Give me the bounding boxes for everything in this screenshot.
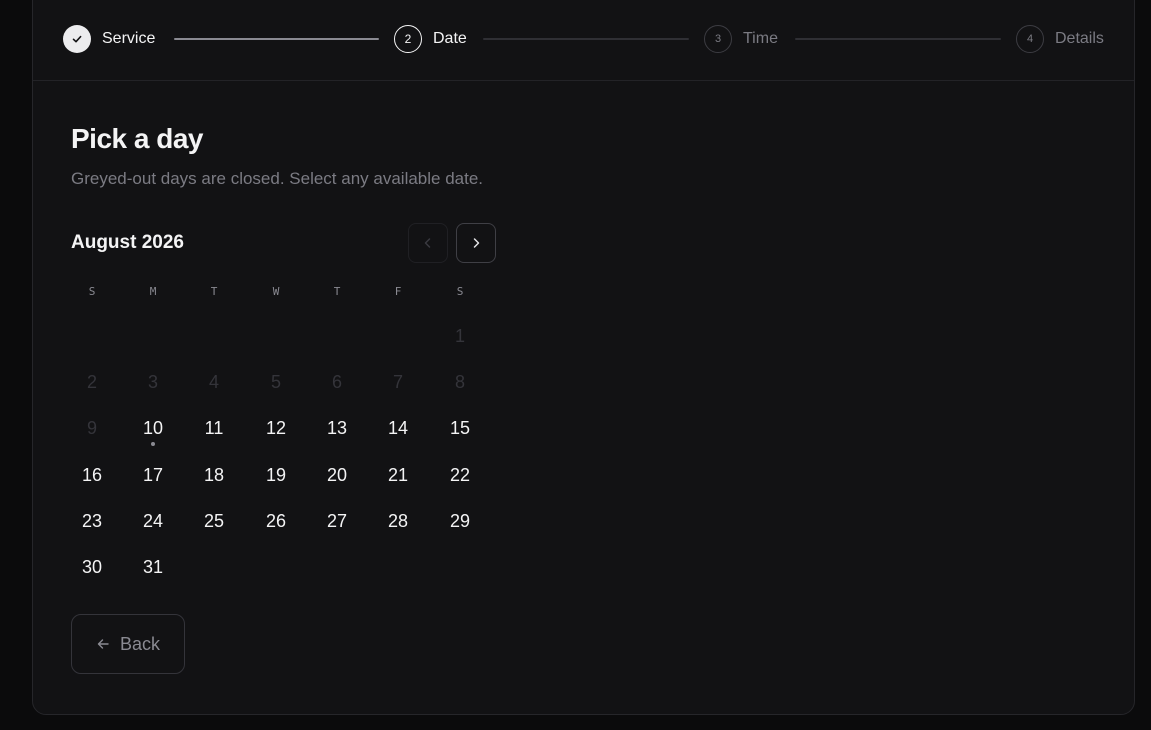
calendar-day-number: 22 bbox=[449, 464, 471, 485]
calendar-day[interactable]: 25 bbox=[189, 501, 239, 541]
calendar-day-closed: 3 bbox=[128, 362, 178, 402]
calendar-day[interactable]: 17 bbox=[128, 455, 178, 495]
calendar-day-number: 21 bbox=[387, 464, 409, 485]
calendar-day-closed: 7 bbox=[373, 362, 423, 402]
calendar-day[interactable]: 12 bbox=[251, 408, 301, 448]
step-connector-2 bbox=[483, 38, 689, 40]
step-date-label: Date bbox=[433, 30, 467, 47]
calendar-day-number: 11 bbox=[204, 417, 224, 438]
previous-month-button[interactable] bbox=[408, 223, 448, 263]
calendar-day[interactable]: 27 bbox=[312, 501, 362, 541]
calendar-day[interactable]: 15 bbox=[435, 408, 485, 448]
step-details-indicator: 4 bbox=[1016, 25, 1044, 53]
calendar-month-label: August 2026 bbox=[71, 232, 184, 253]
calendar-day[interactable]: 13 bbox=[312, 408, 362, 448]
step-date-indicator: 2 bbox=[394, 25, 422, 53]
weekday-label: S bbox=[456, 285, 464, 298]
calendar-day-number: 27 bbox=[326, 510, 348, 531]
page-title: Pick a day bbox=[71, 123, 203, 154]
weekday-label: S bbox=[88, 285, 96, 298]
calendar-day-number: 12 bbox=[265, 417, 287, 438]
calendar-day-number: 16 bbox=[81, 464, 103, 485]
calendar-day[interactable]: 28 bbox=[373, 501, 423, 541]
back-button[interactable]: Back bbox=[71, 614, 185, 674]
today-indicator bbox=[151, 442, 155, 446]
step-details[interactable]: 4 Details bbox=[1016, 25, 1104, 53]
calendar-day-closed: 1 bbox=[435, 316, 485, 356]
calendar-day-number: 13 bbox=[326, 417, 348, 438]
calendar-day-number: 26 bbox=[265, 510, 287, 531]
calendar-day-number: 31 bbox=[142, 556, 164, 577]
calendar-day-number: 9 bbox=[86, 417, 97, 438]
calendar-day-number: 5 bbox=[270, 371, 281, 392]
weekday-label: F bbox=[394, 285, 402, 298]
calendar-day-closed: 2 bbox=[67, 362, 117, 402]
calendar-day-number: 10 bbox=[142, 417, 164, 438]
calendar-day-closed: 8 bbox=[435, 362, 485, 402]
step-service[interactable]: Service bbox=[63, 25, 155, 53]
calendar-day[interactable]: 11 bbox=[189, 408, 239, 448]
calendar-day-number: 17 bbox=[142, 464, 164, 485]
calendar-day[interactable]: 29 bbox=[435, 501, 485, 541]
chevron-left-icon bbox=[424, 238, 431, 248]
step-time-indicator: 3 bbox=[704, 25, 732, 53]
calendar-day-number: 14 bbox=[387, 417, 409, 438]
weekday-label: T bbox=[333, 285, 341, 298]
calendar-day-number: 20 bbox=[326, 464, 348, 485]
calendar-day-number: 7 bbox=[392, 371, 403, 392]
arrow-left-icon bbox=[97, 639, 109, 649]
calendar-day-number: 18 bbox=[203, 464, 225, 485]
calendar-day-number: 23 bbox=[81, 510, 103, 531]
calendar-day-number: 8 bbox=[454, 371, 465, 392]
calendar-day[interactable]: 22 bbox=[435, 455, 485, 495]
step-service-indicator bbox=[63, 25, 91, 53]
calendar-day[interactable]: 19 bbox=[251, 455, 301, 495]
weekday-label: W bbox=[272, 285, 280, 298]
calendar-day[interactable]: 21 bbox=[373, 455, 423, 495]
calendar-day-number: 6 bbox=[331, 371, 342, 392]
step-connector-3 bbox=[795, 38, 1001, 40]
calendar-day[interactable]: 23 bbox=[67, 501, 117, 541]
calendar-day-number: 15 bbox=[449, 417, 471, 438]
calendar-day[interactable]: 30 bbox=[67, 547, 117, 587]
calendar-day[interactable]: 10 bbox=[128, 408, 178, 448]
calendar-day-number: 19 bbox=[265, 464, 287, 485]
booking-stepper: Service 2 Date 3 Time 4 Details bbox=[33, 0, 1134, 81]
next-month-button[interactable] bbox=[456, 223, 496, 263]
back-button-label: Back bbox=[119, 633, 161, 654]
calendar-day-number: 3 bbox=[147, 371, 158, 392]
step-time[interactable]: 3 Time bbox=[704, 25, 778, 53]
step-connector-1 bbox=[174, 38, 379, 40]
calendar-day-number: 29 bbox=[449, 510, 471, 531]
calendar-day[interactable]: 26 bbox=[251, 501, 301, 541]
chevron-right-icon bbox=[473, 238, 480, 248]
calendar-day-number: 25 bbox=[203, 510, 225, 531]
calendar-day-number: 1 bbox=[454, 325, 465, 346]
calendar-day-number: 24 bbox=[142, 510, 164, 531]
calendar-day-closed: 9 bbox=[67, 408, 117, 448]
calendar-day-number: 4 bbox=[208, 371, 219, 392]
step-details-label: Details bbox=[1055, 30, 1104, 47]
calendar-day[interactable]: 18 bbox=[189, 455, 239, 495]
calendar-day-number: 30 bbox=[81, 556, 103, 577]
calendar-day-number: 28 bbox=[387, 510, 409, 531]
page-subtitle: Greyed-out days are closed. Select any a… bbox=[71, 169, 484, 188]
step-date[interactable]: 2 Date bbox=[394, 25, 467, 53]
calendar-day-closed: 6 bbox=[312, 362, 362, 402]
step-service-label: Service bbox=[102, 30, 156, 47]
calendar-day-closed: 4 bbox=[189, 362, 239, 402]
calendar-day-closed: 5 bbox=[251, 362, 301, 402]
calendar-day[interactable]: 20 bbox=[312, 455, 362, 495]
check-icon bbox=[72, 35, 82, 43]
calendar-day[interactable]: 24 bbox=[128, 501, 178, 541]
calendar-day[interactable]: 14 bbox=[373, 408, 423, 448]
weekday-label: T bbox=[210, 285, 218, 298]
calendar-day[interactable]: 16 bbox=[67, 455, 117, 495]
booking-card: Service 2 Date 3 Time 4 Details Pick a d… bbox=[32, 0, 1135, 715]
calendar-day[interactable]: 31 bbox=[128, 547, 178, 587]
weekday-label: M bbox=[149, 285, 157, 298]
step-time-label: Time bbox=[743, 30, 778, 47]
calendar-day-number: 2 bbox=[86, 371, 97, 392]
